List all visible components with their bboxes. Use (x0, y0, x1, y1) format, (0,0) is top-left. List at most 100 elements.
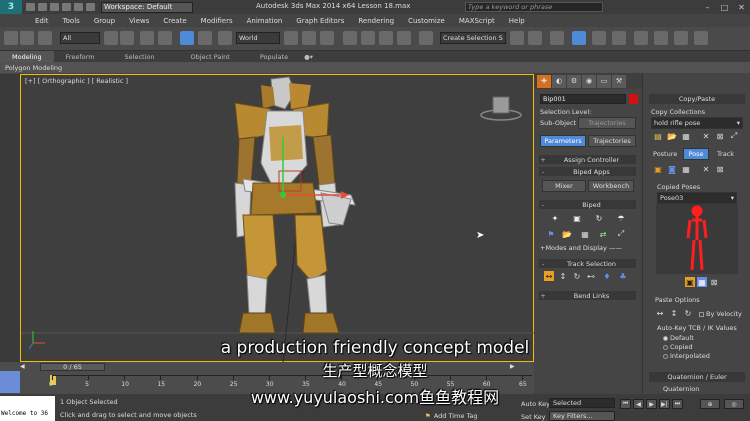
create-panel-icon[interactable]: ✚ (537, 74, 551, 88)
rect-selection-icon[interactable] (140, 31, 154, 45)
capture-pose-icon[interactable]: ▣ (653, 164, 663, 174)
body-rotation-icon[interactable]: ↻ (572, 271, 582, 281)
key-filters-button[interactable]: Key Filters... (549, 411, 615, 421)
trajectories-button[interactable]: Trajectories (588, 135, 636, 147)
paste-all-icon[interactable]: ⊠ (709, 277, 719, 287)
bend-links-rollout[interactable]: + Bend Links (539, 291, 636, 300)
paste-horizontal-icon[interactable]: ↔ (655, 308, 665, 318)
link-icon[interactable] (4, 31, 18, 45)
delete-all-collections-icon[interactable]: ⊠ (715, 131, 725, 141)
paste-opposite-icon[interactable]: ▦ (697, 277, 707, 287)
selection-filter-dropdown[interactable]: All (60, 32, 100, 44)
app-logo[interactable]: 3 (0, 0, 22, 14)
mirror-icon[interactable] (510, 31, 524, 45)
copied-pose-dropdown[interactable]: Pose03 ▾ (657, 192, 737, 204)
body-horizontal-icon[interactable]: ↔ (544, 271, 554, 281)
assign-controller-rollout[interactable]: + Assign Controller (539, 155, 636, 164)
render-production-icon[interactable] (694, 31, 708, 45)
search-input[interactable]: Type a keyword or phrase (465, 2, 603, 12)
pose-tab[interactable]: Pose (683, 148, 709, 160)
save-collection-icon[interactable]: ▦ (681, 131, 691, 141)
display-panel-icon[interactable]: ▭ (597, 74, 611, 88)
select-object-icon[interactable] (104, 31, 118, 45)
tab-modeling[interactable]: Modeling (0, 51, 54, 62)
paste-rotation-icon[interactable]: ↻ (683, 308, 693, 318)
move-all-mode-icon[interactable]: ⤢ (616, 229, 626, 239)
menu-help[interactable]: Help (502, 17, 532, 25)
symmetrical-icon[interactable]: ♦ (602, 271, 612, 281)
align-icon[interactable] (528, 31, 542, 45)
unlink-icon[interactable] (20, 31, 34, 45)
pose-grid-icon[interactable]: ▦ (681, 164, 691, 174)
collection-dropdown[interactable]: hold rifle pose ▾ (651, 117, 743, 129)
angle-snap-icon[interactable] (361, 31, 375, 45)
menu-animation[interactable]: Animation (240, 17, 290, 25)
add-time-tag-button[interactable]: ⚑ Add Time Tag (422, 411, 482, 421)
edit-named-selection-icon[interactable] (419, 31, 433, 45)
biped-apps-rollout[interactable]: - Biped Apps (539, 167, 636, 176)
capture-snapshot-icon[interactable]: ◙ (667, 164, 677, 174)
by-velocity-checkbox[interactable]: By Velocity (699, 310, 742, 318)
parameters-button[interactable]: Parameters (540, 135, 586, 147)
keyboard-shortcut-icon[interactable] (320, 31, 334, 45)
hierarchy-panel-icon[interactable]: ⚙ (567, 74, 581, 88)
snaps-toggle-icon[interactable] (343, 31, 357, 45)
modify-panel-icon[interactable]: ◐ (552, 74, 566, 88)
object-color-swatch[interactable] (629, 94, 638, 104)
menu-rendering[interactable]: Rendering (351, 17, 401, 25)
menu-edit[interactable]: Edit (28, 17, 56, 25)
project-folder-icon[interactable] (86, 3, 95, 11)
polygon-modeling-bar[interactable]: Polygon Modeling (0, 62, 750, 73)
menu-group[interactable]: Group (87, 17, 122, 25)
curve-editor-icon[interactable] (592, 31, 606, 45)
trajectories-field[interactable]: Trajectories (578, 117, 636, 129)
track-tab[interactable]: Track (717, 150, 734, 158)
biped-playback-icon[interactable]: ⚑ (546, 229, 556, 239)
select-manipulate-icon[interactable] (302, 31, 316, 45)
load-file-icon[interactable]: 📂 (562, 229, 572, 239)
paste-vertical-icon[interactable]: ↕ (669, 308, 679, 318)
paste-pose-icon[interactable]: ▣ (685, 277, 695, 287)
material-editor-icon[interactable] (634, 31, 648, 45)
percent-snap-icon[interactable] (379, 31, 393, 45)
save-file-icon[interactable] (50, 3, 59, 11)
opposite-icon[interactable]: ♣ (618, 271, 628, 281)
tab-freeform[interactable]: Freeform (54, 51, 107, 62)
biped-rollout[interactable]: - Biped (539, 200, 636, 209)
undo-icon[interactable] (62, 3, 71, 11)
close-icon[interactable]: ✕ (733, 0, 750, 14)
delete-pose-icon[interactable]: ✕ (701, 164, 711, 174)
menu-tools[interactable]: Tools (56, 17, 87, 25)
select-rotate-icon[interactable] (198, 31, 212, 45)
named-selection-dropdown[interactable]: Create Selection S (440, 32, 506, 44)
utilities-panel-icon[interactable]: ⚒ (612, 74, 626, 88)
menu-views[interactable]: Views (122, 17, 156, 25)
delete-all-poses-icon[interactable]: ⊠ (715, 164, 725, 174)
rendered-frame-icon[interactable] (674, 31, 688, 45)
menu-maxscript[interactable]: MAXScript (452, 17, 502, 25)
select-by-name-icon[interactable] (120, 31, 134, 45)
footstep-mode-icon[interactable]: ▣ (572, 213, 582, 223)
open-collection-icon[interactable]: 📂 (667, 131, 677, 141)
workspace-dropdown[interactable]: Workspace: Default (101, 1, 193, 13)
tab-selection[interactable]: Selection (107, 51, 173, 62)
body-vertical-icon[interactable]: ↕ (558, 271, 568, 281)
motion-panel-icon[interactable]: ◉ (582, 74, 596, 88)
schematic-view-icon[interactable] (612, 31, 626, 45)
set-key-button[interactable]: Set Key (521, 413, 546, 421)
convert-icon[interactable]: ⇄ (598, 229, 608, 239)
delete-collection-icon[interactable]: ✕ (701, 131, 711, 141)
bind-space-warp-icon[interactable] (38, 31, 52, 45)
motion-flow-icon[interactable]: ↻ (594, 213, 604, 223)
track-selection-rollout[interactable]: - Track Selection (539, 259, 636, 268)
max-load-icon[interactable]: ⤢ (729, 131, 739, 141)
load-collection-icon[interactable]: ▤ (653, 131, 663, 141)
menu-modifiers[interactable]: Modifiers (194, 17, 240, 25)
menu-customize[interactable]: Customize (401, 17, 452, 25)
render-setup-icon[interactable] (654, 31, 668, 45)
graphite-toggle-icon[interactable] (572, 31, 586, 45)
mixer-button[interactable]: Mixer (542, 180, 586, 192)
ribbon-options-icon[interactable]: ●▾ (300, 51, 317, 62)
menu-create[interactable]: Create (156, 17, 193, 25)
posture-tab[interactable]: Posture (653, 150, 677, 158)
